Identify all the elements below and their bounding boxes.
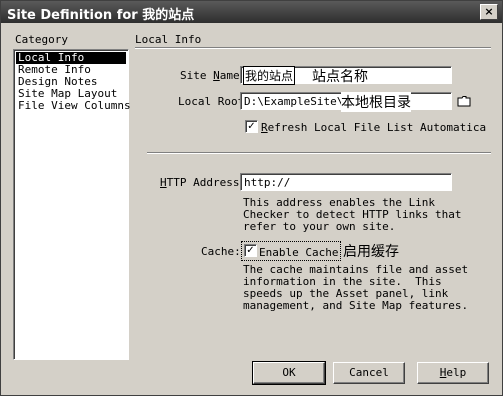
section-divider xyxy=(147,152,491,154)
local-root-annotation: 本地根目录 xyxy=(341,92,411,112)
refresh-label[interactable]: Refresh Local File List Automatica xyxy=(261,121,486,134)
help-button[interactable]: Help xyxy=(417,362,489,384)
http-address-label: HTTP Address: xyxy=(160,176,247,189)
close-button[interactable]: × xyxy=(480,4,498,20)
site-name-input[interactable]: 我的站点 站点名称 xyxy=(240,66,452,85)
site-name-value: 我的站点 xyxy=(242,66,296,85)
local-root-input[interactable]: D:\ExampleSite\ 本地根目录 xyxy=(240,92,452,112)
enable-cache-label[interactable]: Enable Cache xyxy=(259,246,338,259)
site-name-label: Site Name: xyxy=(180,69,247,82)
category-heading: Category xyxy=(15,33,68,46)
http-address-input[interactable]: http:// xyxy=(240,173,452,191)
cache-label: Cache: xyxy=(201,245,241,258)
local-root-value: D:\ExampleSite\ xyxy=(244,95,344,108)
local-root-label: Local Root xyxy=(178,95,245,108)
enable-cache-focus[interactable]: ✓ Enable Cache xyxy=(241,241,341,261)
folder-icon[interactable] xyxy=(457,95,471,107)
title-bar: Site Definition for 我的站点 × xyxy=(1,1,502,23)
category-list[interactable]: Local Info Remote Info Design Notes Site… xyxy=(13,49,131,360)
http-address-value: http:// xyxy=(244,176,291,189)
cancel-button[interactable]: Cancel xyxy=(333,362,405,384)
refresh-checkbox[interactable]: ✓ xyxy=(245,120,258,133)
cache-description: The cache maintains file and asset infor… xyxy=(243,263,469,312)
panel-heading: Local Info xyxy=(135,33,202,46)
site-name-annotation: 站点名称 xyxy=(312,69,368,85)
site-definition-dialog: Site Definition for 我的站点 × Category Loca… xyxy=(0,0,503,396)
heading-divider xyxy=(135,47,491,49)
window-title: Site Definition for 我的站点 xyxy=(7,8,195,23)
enable-cache-checkbox[interactable]: ✓ xyxy=(244,244,257,257)
cache-annotation: 启用缓存 xyxy=(343,244,399,260)
http-description: This address enables the Link Checker to… xyxy=(243,196,462,233)
category-item-file-view-columns[interactable]: File View Columns xyxy=(16,100,131,112)
ok-button[interactable]: OK xyxy=(252,361,326,385)
